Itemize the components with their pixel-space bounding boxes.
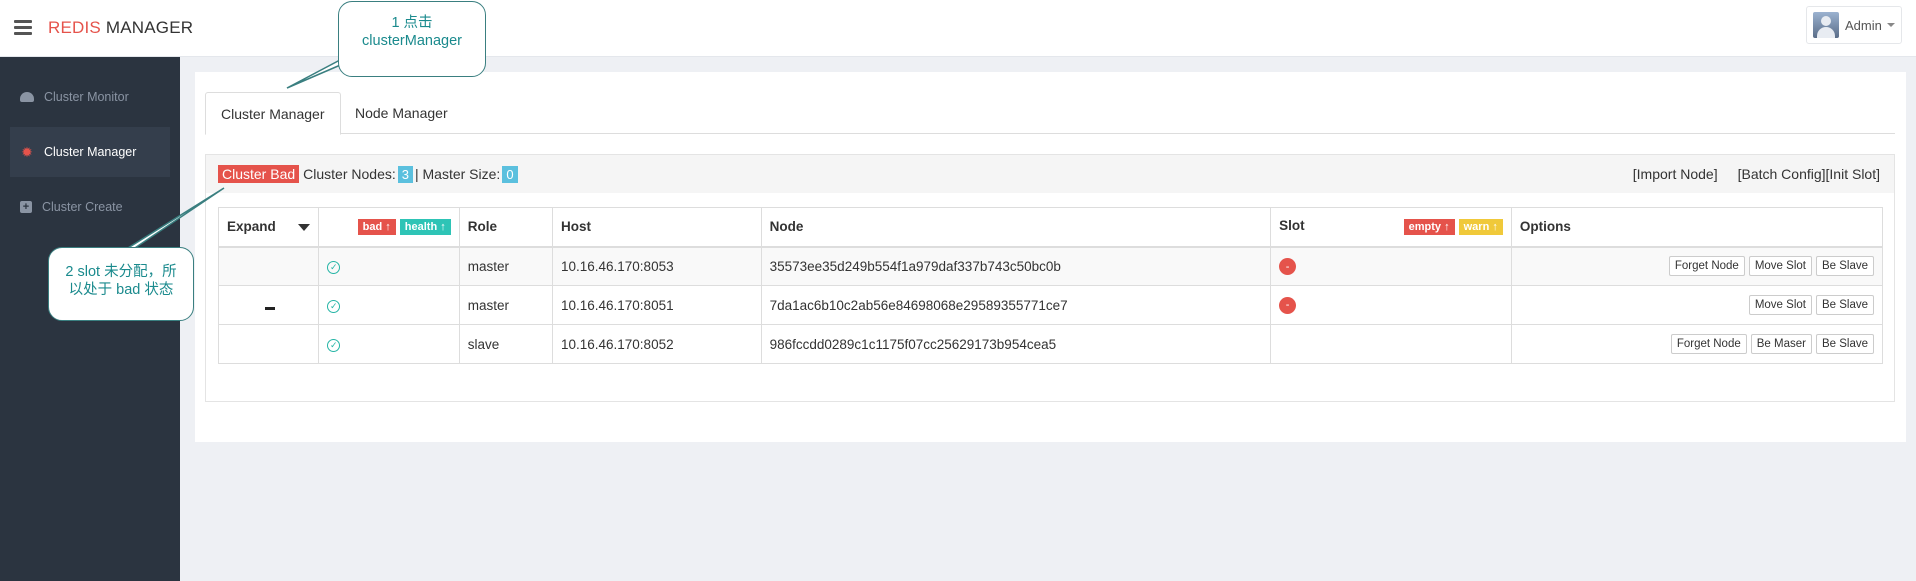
slot-cell	[1270, 324, 1512, 364]
forget-node-button[interactable]: Forget Node	[1670, 334, 1747, 354]
brand-rest: MANAGER	[100, 18, 194, 37]
options-cell: Move Slot Be Slave	[1510, 285, 1884, 325]
role-cell: master	[458, 246, 553, 286]
gear-icon: ✹	[21, 143, 33, 160]
options-header: Options	[1510, 207, 1884, 248]
callout-2-line2: 以处于 bad 状态	[68, 282, 174, 298]
health-cell: ✓	[318, 246, 460, 286]
options-cell: Forget Node Be Maser Be Slave	[1510, 324, 1884, 364]
sidebar-item-cluster-monitor[interactable]: Cluster Monitor	[10, 72, 170, 122]
host-header: Host	[551, 207, 762, 248]
role-cell: slave	[458, 324, 553, 364]
nodes-count-badge: 3	[397, 165, 413, 183]
callout-1-line1: 1 点击	[391, 15, 433, 31]
avatar	[1813, 12, 1839, 38]
expand-cell	[217, 246, 320, 286]
node-cell: 7da1ac6b10c2ab56e84698068e29589355771ce7	[760, 285, 1272, 325]
expand-cell	[217, 285, 320, 325]
status-actions: [Import Node] [Batch Config] [Init Slot]	[1633, 155, 1880, 193]
slot-header: Slot empty ↑ warn ↑	[1270, 207, 1512, 248]
role-header: Role	[458, 207, 553, 248]
role-cell: master	[458, 285, 553, 325]
be-slave-button[interactable]: Be Slave	[1815, 334, 1874, 354]
sidebar-item-label: Cluster Manager	[44, 145, 137, 159]
sidebar-item-label: Cluster Create	[42, 200, 123, 214]
check-circle-icon: ✓	[327, 339, 341, 352]
health-header: bad ↑ health ↑	[318, 207, 460, 248]
chevron-down-icon	[1886, 23, 1895, 27]
caret-down-icon[interactable]	[297, 224, 310, 232]
sidebar-item-label: Cluster Monitor	[44, 90, 129, 104]
top-header: REDIS MANAGER Admin	[0, 0, 1916, 57]
init-slot-link[interactable]: [Init Slot]	[1826, 166, 1880, 182]
annotation-callout-1: 1 点击 clusterManager	[338, 1, 486, 77]
callout-1-line2: clusterManager	[362, 33, 462, 49]
move-slot-button[interactable]: Move Slot	[1748, 256, 1812, 277]
expand-header: Expand	[217, 207, 320, 248]
health-cell: ✓	[318, 324, 460, 364]
move-slot-button[interactable]: Move Slot	[1748, 295, 1812, 315]
node-header: Node	[760, 207, 1272, 248]
master-size-label: | Master Size:	[414, 166, 501, 182]
node-cell: 986fccdd0289c1c1175f07cc25629173b954cea5	[760, 324, 1272, 364]
cluster-panel: Cluster Bad Cluster Nodes: 3 | Master Si…	[205, 154, 1895, 402]
tab-cluster-manager[interactable]: Cluster Manager	[205, 92, 341, 135]
user-menu[interactable]: Admin	[1806, 6, 1902, 44]
tab-node-manager[interactable]: Node Manager	[340, 92, 463, 134]
table-row: ✓ master 10.16.46.170:8053 35573ee35d249…	[217, 246, 1884, 286]
master-size-badge: 0	[502, 165, 518, 183]
expand-cell	[217, 324, 320, 364]
plus-square-icon: +	[20, 201, 32, 213]
table-row: ✓ master 10.16.46.170:8051 7da1ac6b10c2a…	[217, 285, 1884, 325]
nodes-label: Cluster Nodes:	[303, 166, 396, 182]
host-cell: 10.16.46.170:8052	[551, 324, 762, 364]
be-master-button[interactable]: Be Maser	[1750, 334, 1812, 354]
sort-empty-badge[interactable]: empty ↑	[1403, 219, 1455, 236]
app-brand[interactable]: REDIS MANAGER	[48, 18, 193, 38]
import-node-link[interactable]: [Import Node]	[1633, 166, 1718, 182]
check-circle-icon: ✓	[327, 300, 341, 313]
callout-2-line1: 2 slot 未分配，所	[65, 264, 177, 280]
nodes-table: Expand bad ↑ health ↑ Role Host Node Slot…	[217, 207, 1884, 364]
slot-cell: -	[1270, 246, 1512, 286]
host-cell: 10.16.46.170:8051	[551, 285, 762, 325]
slot-status-dot: -	[1279, 258, 1297, 275]
host-cell: 10.16.46.170:8053	[551, 246, 762, 286]
user-name: Admin	[1845, 17, 1882, 33]
batch-config-link[interactable]: [Batch Config]	[1738, 166, 1826, 182]
sort-bad-badge[interactable]: bad ↑	[357, 219, 396, 236]
dashboard-icon	[20, 92, 34, 102]
sidebar-item-cluster-manager[interactable]: ✹ Cluster Manager	[10, 127, 170, 177]
table-row: ✓ slave 10.16.46.170:8052 986fccdd0289c1…	[217, 324, 1884, 364]
menu-toggle-icon[interactable]	[14, 20, 32, 35]
tab-bar: Cluster Manager Node Manager	[205, 92, 1895, 135]
health-cell: ✓	[318, 285, 460, 325]
sort-health-badge[interactable]: health ↑	[399, 219, 451, 236]
be-slave-button[interactable]: Be Slave	[1815, 256, 1874, 277]
brand-accent: REDIS	[48, 18, 101, 37]
table-header-row: Expand bad ↑ health ↑ Role Host Node Slot…	[217, 207, 1884, 248]
annotation-callout-2: 2 slot 未分配，所 以处于 bad 状态	[48, 247, 194, 321]
be-slave-button[interactable]: Be Slave	[1815, 295, 1874, 315]
forget-node-button[interactable]: Forget Node	[1668, 256, 1745, 277]
status-badge: Cluster Bad	[218, 165, 300, 183]
cluster-status-bar: Cluster Bad Cluster Nodes: 3 | Master Si…	[206, 155, 1894, 193]
node-cell: 35573ee35d249b554f1a979daf337b743c50bc0b	[760, 246, 1272, 286]
check-circle-icon: ✓	[327, 261, 341, 275]
collapse-icon[interactable]	[265, 306, 275, 310]
main-panel: Cluster Manager Node Manager Cluster Bad…	[195, 72, 1906, 442]
options-cell: Forget Node Move Slot Be Slave	[1510, 246, 1884, 286]
slot-cell: -	[1270, 285, 1512, 325]
sidebar-item-cluster-create[interactable]: + Cluster Create	[10, 182, 170, 232]
sort-warn-badge[interactable]: warn ↑	[1458, 219, 1503, 236]
slot-status-dot: -	[1279, 296, 1297, 314]
